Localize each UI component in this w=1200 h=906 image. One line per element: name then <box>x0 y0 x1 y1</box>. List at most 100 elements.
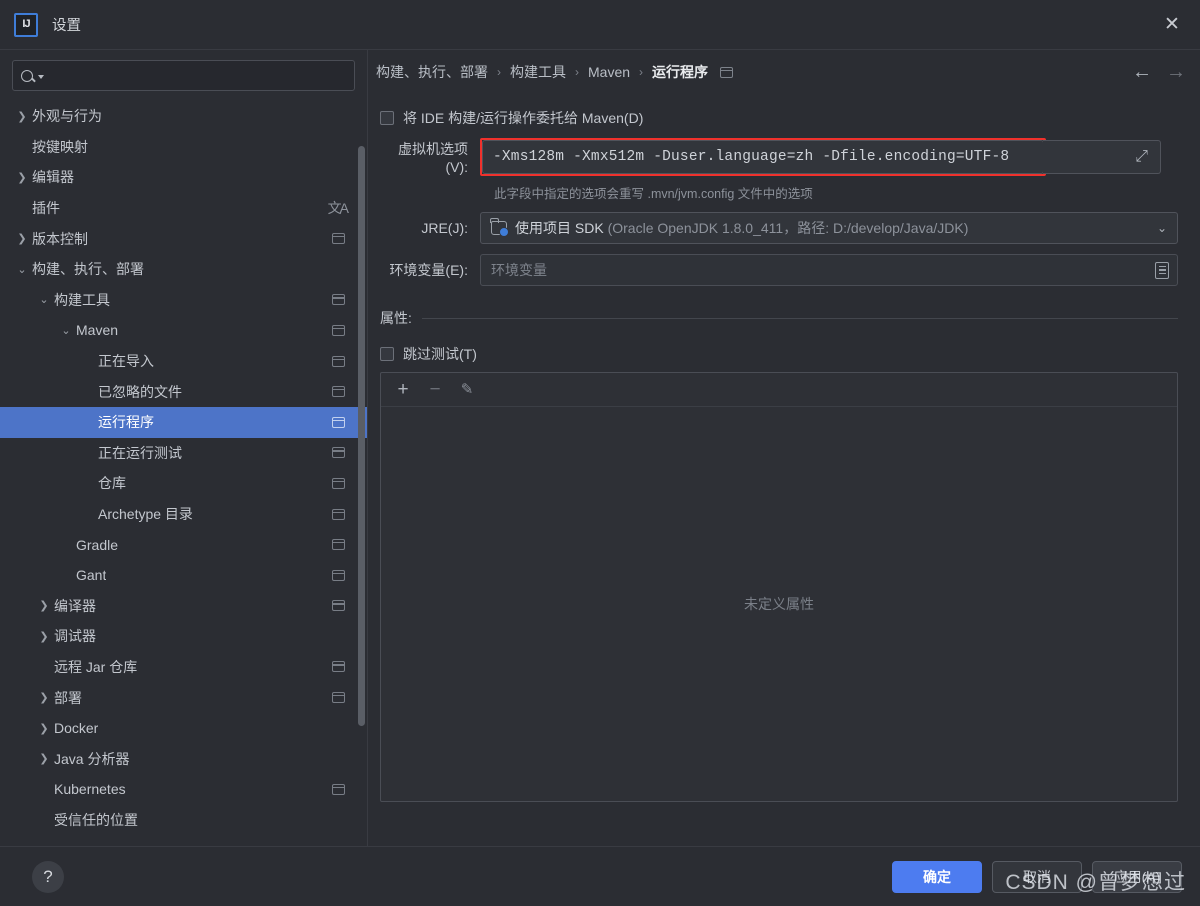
sidebar-item-1[interactable]: 按键映射 <box>0 132 367 163</box>
delegate-build-checkbox[interactable] <box>380 111 394 125</box>
chevron-down-icon[interactable]: ⌄ <box>36 293 52 306</box>
sidebar-item-5[interactable]: ⌄ 构建、执行、部署 <box>0 254 367 285</box>
sidebar-item-11[interactable]: 正在运行测试 <box>0 438 367 469</box>
sidebar-item-8[interactable]: 正在导入 <box>0 346 367 377</box>
sidebar-item-7[interactable]: ⌄ Maven <box>0 315 367 346</box>
breadcrumb: 构建、执行、部署 › 构建工具 › Maven › 运行程序 ← → <box>368 50 1200 94</box>
sidebar-item-label: Kubernetes <box>54 781 126 798</box>
sidebar-item-3[interactable]: 插件 文A <box>0 193 367 224</box>
sidebar-item-label: 正在运行测试 <box>98 444 182 461</box>
breadcrumb-separator: › <box>497 65 501 79</box>
vm-options-label: 虚拟机选项(V): <box>398 141 468 175</box>
chevron-right-icon[interactable]: ❯ <box>36 691 52 704</box>
env-input[interactable]: 环境变量 <box>480 254 1178 286</box>
module-scope-icon <box>332 416 345 428</box>
search-wrapper <box>0 50 367 99</box>
add-property-button[interactable]: + <box>389 377 417 403</box>
forward-icon[interactable]: → <box>1166 62 1186 82</box>
search-input[interactable] <box>50 68 346 83</box>
vm-options-hint: 此字段中指定的选项会重写 .mvn/jvm.config 文件中的选项 <box>494 187 813 201</box>
cancel-button[interactable]: 取消 <box>992 860 1082 893</box>
remove-property-button[interactable]: − <box>421 377 449 403</box>
sidebar-item-label: 仓库 <box>98 475 126 492</box>
dialog-body: ❯ 外观与行为 按键映射 ❯ 编辑器 插件 文A ❯ 版本控制 ⌄ 构建、执行、部署 ⌄ 构建工具 ⌄ Ma… <box>0 50 1200 846</box>
sidebar-item-4[interactable]: ❯ 版本控制 <box>0 223 367 254</box>
delegate-build-row: 将 IDE 构建/运行操作委托给 Maven(D) <box>380 108 1178 128</box>
apply-button[interactable]: 应用(A) <box>1092 860 1182 893</box>
logo-text: IJ <box>22 18 30 30</box>
sidebar-item-label: 版本控制 <box>32 230 88 247</box>
list-browse-icon[interactable] <box>1155 261 1169 279</box>
breadcrumb-item-2[interactable]: Maven <box>588 64 630 80</box>
module-scope-icon <box>332 661 345 673</box>
breadcrumb-item-0[interactable]: 构建、执行、部署 <box>376 62 488 82</box>
sidebar-item-12[interactable]: 仓库 <box>0 468 367 499</box>
chevron-right-icon[interactable]: ❯ <box>14 110 30 123</box>
module-scope-icon <box>332 477 345 489</box>
sidebar-item-14[interactable]: Gradle <box>0 529 367 560</box>
chevron-right-icon[interactable]: ❯ <box>36 722 52 735</box>
sidebar-item-6[interactable]: ⌄ 构建工具 <box>0 285 367 316</box>
back-icon[interactable]: ← <box>1132 62 1152 82</box>
sidebar-item-22[interactable]: Kubernetes <box>0 774 367 805</box>
expand-icon[interactable]: ⤢ <box>1135 148 1148 166</box>
sidebar-item-label: 插件 <box>32 200 60 217</box>
vm-options-highlight: -Xms128m -Xmx512m -Duser.language=zh -Df… <box>480 138 1046 176</box>
properties-table: + − ✎ 未定义属性 <box>380 372 1178 802</box>
sidebar-item-19[interactable]: ❯ 部署 <box>0 682 367 713</box>
sidebar-item-label: 编辑器 <box>32 169 74 186</box>
skip-tests-row: 跳过测试(T) <box>380 344 1178 364</box>
sidebar-item-23[interactable]: 受信任的位置 <box>0 805 367 836</box>
env-placeholder: 环境变量 <box>491 262 547 278</box>
chevron-right-icon[interactable]: ❯ <box>14 232 30 245</box>
jre-select[interactable]: 使用项目 SDK (Oracle OpenJDK 1.8.0_411，路径: D… <box>480 212 1178 244</box>
chevron-right-icon[interactable]: ❯ <box>36 630 52 643</box>
sidebar-item-16[interactable]: ❯ 编译器 <box>0 591 367 622</box>
chevron-down-icon[interactable]: ⌄ <box>58 324 74 337</box>
vm-options-row: 虚拟机选项(V): -Xms128m -Xmx512m -Duser.langu… <box>376 138 1178 176</box>
settings-sidebar: ❯ 外观与行为 按键映射 ❯ 编辑器 插件 文A ❯ 版本控制 ⌄ 构建、执行、部署 ⌄ 构建工具 ⌄ Ma… <box>0 50 368 846</box>
search-box[interactable] <box>12 60 355 91</box>
chevron-right-icon[interactable]: ❯ <box>36 599 52 612</box>
sidebar-scrollbar[interactable] <box>358 104 365 726</box>
sidebar-item-21[interactable]: ❯ Java 分析器 <box>0 743 367 774</box>
sidebar-item-10[interactable]: 运行程序 <box>0 406 367 438</box>
sidebar-item-label: 受信任的位置 <box>54 811 138 828</box>
chevron-right-icon[interactable]: ❯ <box>36 752 52 765</box>
sidebar-item-label: Docker <box>54 720 99 737</box>
jre-value-detail: (Oracle OpenJDK 1.8.0_411，路径: D:/develop… <box>607 220 969 236</box>
module-scope-icon <box>720 66 734 78</box>
sidebar-item-18[interactable]: 远程 Jar 仓库 <box>0 652 367 683</box>
vm-options-input[interactable]: -Xms128m -Xmx512m -Duser.language=zh -Df… <box>482 140 1044 174</box>
module-scope-icon <box>332 233 345 245</box>
sidebar-item-2[interactable]: ❯ 编辑器 <box>0 162 367 193</box>
breadcrumb-item-1[interactable]: 构建工具 <box>510 62 566 82</box>
settings-main-panel: 构建、执行、部署 › 构建工具 › Maven › 运行程序 ← → 将 IDE… <box>368 50 1200 846</box>
sidebar-item-15[interactable]: Gant <box>0 560 367 591</box>
breadcrumb-separator: › <box>575 65 579 79</box>
sidebar-item-13[interactable]: Archetype 目录 <box>0 499 367 530</box>
sidebar-item-label: Gradle <box>76 536 119 553</box>
close-icon[interactable]: ✕ <box>1152 7 1192 43</box>
sidebar-item-20[interactable]: ❯ Docker <box>0 713 367 744</box>
sidebar-item-17[interactable]: ❯ 调试器 <box>0 621 367 652</box>
skip-tests-checkbox[interactable] <box>380 347 394 361</box>
ok-button[interactable]: 确定 <box>892 860 982 893</box>
chevron-down-icon[interactable]: ⌄ <box>1149 221 1167 235</box>
edit-property-button[interactable]: ✎ <box>453 377 481 403</box>
intellij-logo-icon: IJ <box>14 12 38 37</box>
breadcrumb-separator: › <box>639 65 644 79</box>
sidebar-item-label: 构建工具 <box>54 291 110 308</box>
chevron-right-icon[interactable]: ❯ <box>14 171 30 184</box>
module-scope-icon <box>332 294 345 306</box>
vm-options-expand-area[interactable]: ⤢ <box>1043 140 1161 174</box>
properties-toolbar: + − ✎ <box>381 373 1177 407</box>
title-bar: IJ 设置 ✕ <box>0 0 1200 50</box>
sidebar-scrollbar-thumb[interactable] <box>358 146 365 726</box>
help-button[interactable]: ? <box>32 860 64 893</box>
sidebar-item-9[interactable]: 已忽略的文件 <box>0 376 367 407</box>
sidebar-item-label: Java 分析器 <box>54 750 130 767</box>
section-divider <box>421 317 1178 319</box>
chevron-down-icon[interactable]: ⌄ <box>14 263 30 276</box>
sidebar-item-0[interactable]: ❯ 外观与行为 <box>0 101 367 132</box>
